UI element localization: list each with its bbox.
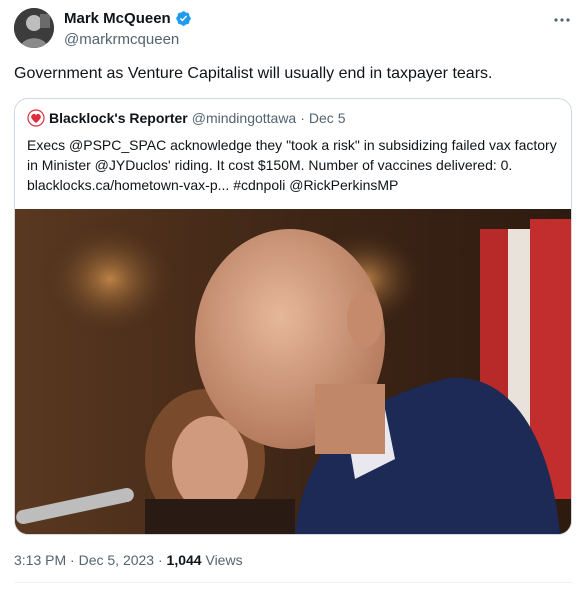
views-count: 1,044 (166, 552, 202, 568)
quoted-separator: · (300, 110, 305, 126)
meta-separator-1: · (70, 552, 75, 568)
more-options-icon[interactable] (551, 10, 573, 30)
meta-separator-2: · (157, 552, 163, 568)
tweet-meta: 3:13 PM · Dec 5, 2023 · 1,044 Views (14, 552, 243, 568)
quoted-author-name[interactable]: Blacklock's Reporter (49, 110, 188, 126)
author-handle[interactable]: @markrmcqueen (64, 31, 179, 48)
tweet-date[interactable]: Dec 5, 2023 (79, 552, 155, 568)
tweet-text: Government as Venture Capitalist will us… (14, 65, 493, 82)
tweet-time[interactable]: 3:13 PM (14, 552, 66, 568)
views-label: Views (205, 552, 243, 568)
author-avatar[interactable] (14, 8, 54, 48)
author-name-row: Mark McQueen (64, 10, 192, 27)
tweet-card: Mark McQueen @markrmcqueen Government as… (0, 0, 587, 590)
quoted-tweet[interactable]: Blacklock's Reporter @mindingottawa · De… (14, 98, 572, 535)
author-display-name[interactable]: Mark McQueen (64, 10, 171, 27)
quoted-date[interactable]: Dec 5 (309, 110, 346, 126)
quoted-tweet-photo[interactable] (15, 209, 571, 534)
divider (14, 582, 573, 583)
quoted-author-handle[interactable]: @mindingottawa (192, 110, 297, 126)
verified-badge-icon (175, 10, 192, 27)
blacklocks-logo-icon (27, 109, 45, 127)
quoted-tweet-header: Blacklock's Reporter @mindingottawa · De… (27, 109, 345, 127)
quoted-tweet-text: Execs @PSPC_SPAC acknowledge they "took … (27, 137, 557, 193)
